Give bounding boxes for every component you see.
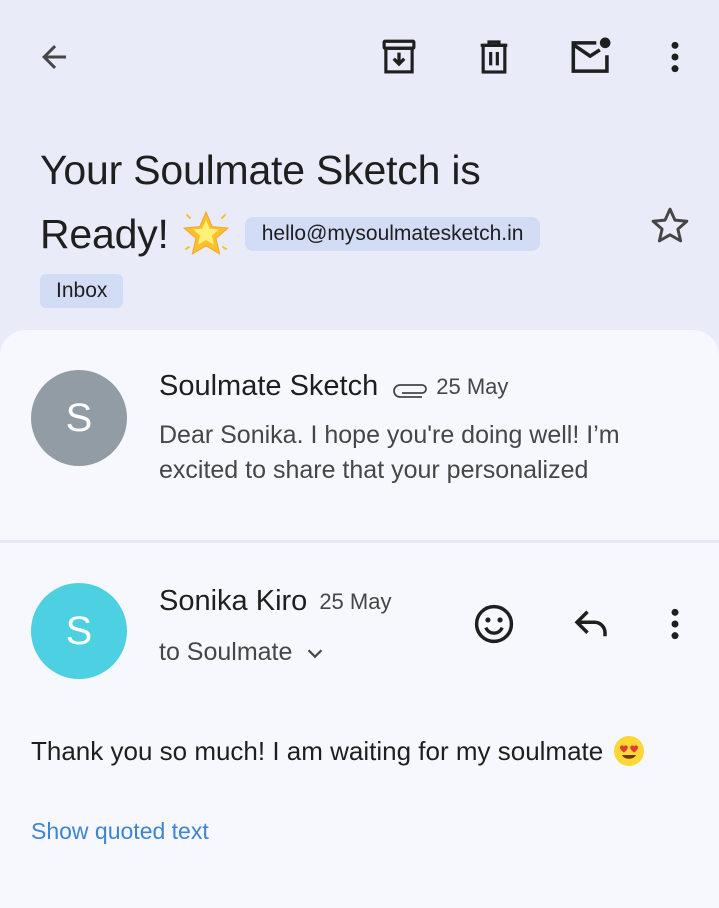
archive-icon [382, 39, 416, 74]
chevron-down-icon [308, 648, 323, 658]
glowing-star-icon [182, 210, 229, 255]
mail-unread-icon [571, 37, 611, 73]
paperclip-icon [393, 383, 428, 398]
message-body-text: Thank you so much! I am waiting for my s… [31, 735, 604, 766]
arrow-left-icon [42, 45, 66, 69]
message-date: 25 May [319, 588, 392, 614]
delete-button[interactable] [471, 34, 517, 80]
more-vert-icon [671, 41, 679, 73]
heart-eyes-emoji-icon [614, 736, 645, 766]
email-subject: Your Soulmate Sketch is Ready! hello@mys… [40, 138, 600, 266]
message-snippet[interactable]: Dear Sonika. I hope you're doing well! I… [159, 418, 679, 488]
more-vert-icon [671, 608, 679, 640]
subject-line-1: Your Soulmate Sketch is [40, 147, 481, 193]
trash-icon [480, 40, 508, 74]
mark-unread-button[interactable] [568, 34, 614, 80]
label-chip-inbox[interactable]: Inbox [40, 274, 124, 308]
back-button[interactable] [31, 34, 77, 80]
avatar[interactable]: S [31, 583, 127, 679]
sender-name[interactable]: Sonika Kiro [159, 585, 307, 618]
message-header: Sonika Kiro 25 May [159, 585, 391, 618]
show-quoted-text-link[interactable]: Show quoted text [31, 818, 209, 845]
message-date: 25 May [436, 373, 509, 399]
message-more-button[interactable] [651, 600, 699, 648]
recipient-details-toggle[interactable]: to Soulmate [159, 638, 326, 667]
star-outline-icon[interactable] [648, 204, 692, 248]
divider [0, 540, 719, 543]
add-reaction-button[interactable] [470, 600, 518, 648]
subject-line-2-text: Ready! [40, 211, 169, 257]
sender-name: Soulmate Sketch [159, 370, 379, 402]
sender-address-chip[interactable]: hello@mysoulmatesketch.in [244, 217, 541, 251]
recipient-text: to Soulmate [159, 638, 293, 666]
subject-line-2: Ready! hello@mysoulmatesketch.in [40, 202, 600, 266]
emoji-icon [474, 604, 514, 644]
message-body: Thank you so much! I am waiting for my s… [31, 735, 645, 767]
toolbar [0, 0, 719, 115]
more-options-button[interactable] [652, 34, 698, 80]
reply-button[interactable] [567, 600, 615, 648]
avatar[interactable]: S [31, 370, 127, 466]
reply-icon [574, 610, 607, 637]
archive-button[interactable] [376, 34, 422, 80]
message-header[interactable]: Soulmate Sketch 25 May [159, 370, 508, 403]
